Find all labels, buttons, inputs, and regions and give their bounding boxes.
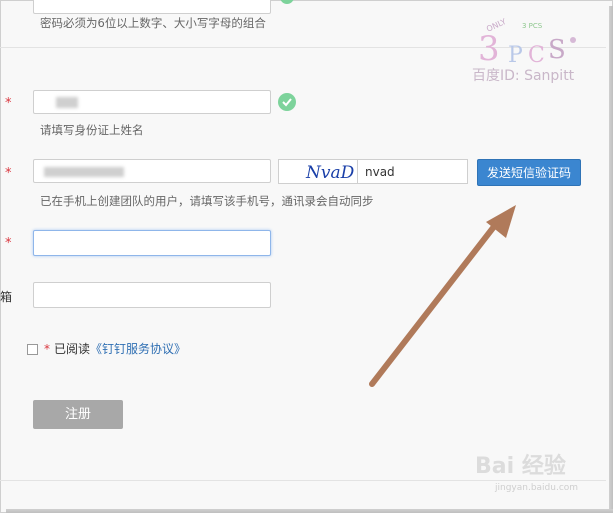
annotation-arrow-icon bbox=[369, 205, 516, 387]
baidu-watermark: Bai 经验 bbox=[475, 454, 566, 479]
baidu-watermark-url: jingyan.baidu.com bbox=[495, 483, 579, 493]
